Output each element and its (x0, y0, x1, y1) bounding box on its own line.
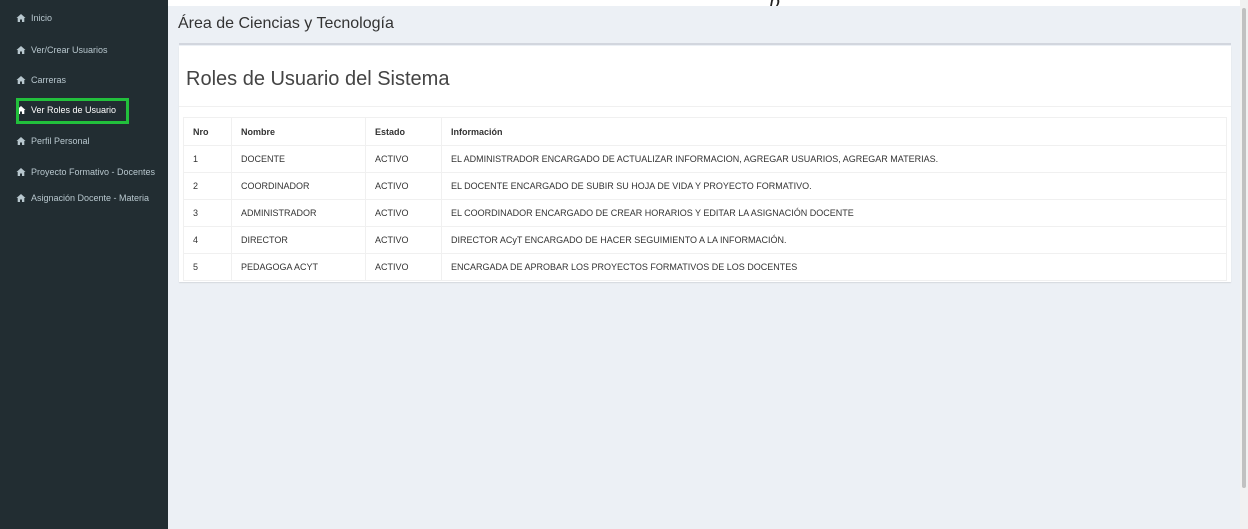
cell-nro: 1 (183, 145, 232, 173)
table-row: 5 PEDAGOGA ACYT ACTIVO ENCARGADA DE APRO… (183, 253, 1227, 281)
cell-nombre: COORDINADOR (231, 172, 366, 200)
cell-informacion: EL COORDINADOR ENCARGADO DE CREAR HORARI… (441, 199, 1227, 227)
cell-nombre: ADMINISTRADOR (231, 199, 366, 227)
cell-nombre: DIRECTOR (231, 226, 366, 254)
main-content: Área de Ciencias y Tecnología Roles de U… (168, 6, 1240, 529)
sidebar-item-label: Proyecto Formativo - Docentes (31, 167, 156, 177)
cell-nro: 5 (183, 253, 232, 281)
sidebar-item-asignacion-docente-materia[interactable]: Asignación Docente - Materia (16, 188, 149, 208)
sidebar-item-inicio[interactable]: Inicio (16, 8, 52, 28)
cell-nombre: DOCENTE (231, 145, 366, 173)
sidebar-item-perfil-personal[interactable]: Perfil Personal (16, 131, 90, 151)
home-icon (16, 13, 26, 23)
column-header-nro: Nro (183, 117, 232, 146)
sidebar-item-proyecto-formativo-docentes[interactable]: Proyecto Formativo - Docentes (16, 162, 155, 182)
scrollbar-thumb[interactable] (1242, 8, 1246, 488)
cell-estado: ACTIVO (365, 253, 442, 281)
table-row: 2 COORDINADOR ACTIVO EL DOCENTE ENCARGAD… (183, 172, 1227, 200)
cell-estado: ACTIVO (365, 226, 442, 254)
column-header-estado: Estado (365, 117, 442, 146)
home-icon (16, 167, 26, 177)
cell-informacion: EL DOCENTE ENCARGADO DE SUBIR SU HOJA DE… (441, 172, 1227, 200)
cell-estado: ACTIVO (365, 199, 442, 227)
sidebar: Inicio Ver/Crear Usuarios Carreras Ver R… (0, 0, 168, 529)
sidebar-item-label: Ver/Crear Usuarios (31, 45, 108, 55)
sidebar-item-label: Perfil Personal (31, 136, 90, 146)
cell-estado: ACTIVO (365, 172, 442, 200)
sidebar-item-label: Inicio (31, 13, 53, 23)
column-header-informacion: Información (441, 117, 1227, 146)
cell-nro: 4 (183, 226, 232, 254)
cell-nro: 2 (183, 172, 232, 200)
header-divider (179, 43, 1231, 45)
sidebar-item-ver-crear-usuarios[interactable]: Ver/Crear Usuarios (16, 40, 108, 60)
box-title-divider (179, 106, 1231, 107)
page: p Inicio Ver/Crear Usuarios Carreras Ver… (0, 0, 1248, 529)
sidebar-item-carreras[interactable]: Carreras (16, 70, 66, 90)
box-title: Roles de Usuario del Sistema (186, 68, 450, 90)
home-icon (16, 136, 26, 146)
roles-box: Roles de Usuario del Sistema Nro Nombre … (179, 46, 1231, 282)
sidebar-item-label: Carreras (31, 75, 67, 85)
home-icon (16, 45, 26, 55)
active-item-highlight (16, 98, 129, 124)
home-icon (16, 75, 26, 85)
page-title: Área de Ciencias y Tecnología (178, 15, 394, 32)
cell-informacion: DIRECTOR ACyT ENCARGADO DE HACER SEGUIMI… (441, 226, 1227, 254)
table-header-row: Nro Nombre Estado Información (183, 117, 1227, 146)
column-header-nombre: Nombre (231, 117, 366, 146)
home-icon (16, 193, 26, 203)
sidebar-item-label: Asignación Docente - Materia (31, 193, 150, 203)
roles-table: Nro Nombre Estado Información 1 DOCENTE … (183, 117, 1227, 281)
cell-nombre: PEDAGOGA ACYT (231, 253, 366, 281)
cell-informacion: ENCARGADA DE APROBAR LOS PROYECTOS FORMA… (441, 253, 1227, 281)
cell-informacion: EL ADMINISTRADOR ENCARGADO DE ACTUALIZAR… (441, 145, 1227, 173)
table-row: 3 ADMINISTRADOR ACTIVO EL COORDINADOR EN… (183, 199, 1227, 227)
cell-estado: ACTIVO (365, 145, 442, 173)
table-row: 1 DOCENTE ACTIVO EL ADMINISTRADOR ENCARG… (183, 145, 1227, 173)
table-row: 4 DIRECTOR ACTIVO DIRECTOR ACyT ENCARGAD… (183, 226, 1227, 254)
cell-nro: 3 (183, 199, 232, 227)
